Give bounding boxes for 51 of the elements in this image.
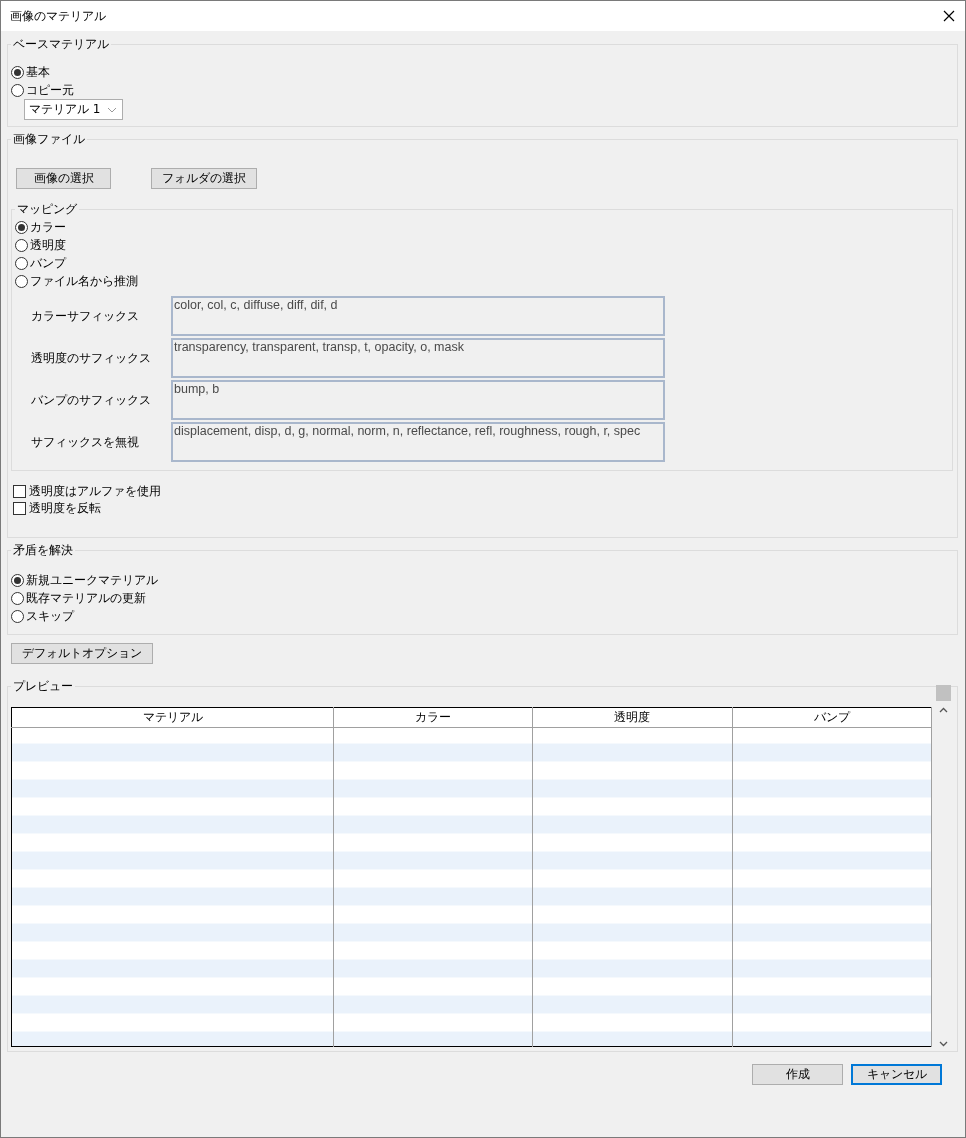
scroll-up-icon[interactable] xyxy=(938,707,948,713)
radio-label[interactable]: 基本 xyxy=(26,63,50,81)
checkbox-label[interactable]: 透明度はアルファを使用 xyxy=(29,483,161,500)
field-label: サフィックスを無視 xyxy=(31,433,140,451)
field-label: 透明度のサフィックス xyxy=(31,349,152,367)
column-header[interactable]: カラー xyxy=(333,707,533,728)
radio-label[interactable]: ファイル名から推測 xyxy=(30,272,138,290)
select-button[interactable]: フォルダの選択 xyxy=(151,168,257,189)
radio-label[interactable]: 既存マテリアルの更新 xyxy=(26,589,146,607)
column-header[interactable]: バンプ xyxy=(732,707,932,728)
radio-button[interactable] xyxy=(15,274,28,288)
checkbox-label[interactable]: 透明度を反転 xyxy=(29,500,101,517)
radio-button[interactable] xyxy=(15,238,28,252)
dialog-button[interactable]: キャンセル xyxy=(851,1064,942,1085)
default-options-button[interactable]: デフォルトオプション xyxy=(11,643,153,664)
suffix-field[interactable]: color, col, c, diffuse, diff, dif, d xyxy=(171,296,665,336)
radio-label[interactable]: コピー元 xyxy=(26,81,74,99)
radio-button[interactable] xyxy=(15,256,28,270)
radio-button[interactable] xyxy=(11,573,24,587)
dialog-button[interactable]: 作成 xyxy=(752,1064,843,1085)
suffix-field[interactable]: displacement, disp, d, g, normal, norm, n, reflectance, refl, roughness, rough, r, spec xyxy=(171,422,665,462)
group-title: マッピング xyxy=(16,201,78,218)
checkbox[interactable] xyxy=(13,502,26,515)
group-title: ベースマテリアル xyxy=(12,36,110,53)
material-dropdown[interactable]: マテリアル 1 xyxy=(24,99,123,120)
group-title: 矛盾を解決 xyxy=(12,542,74,559)
radio-button[interactable] xyxy=(15,220,28,234)
group-title: プレビュー xyxy=(12,678,74,695)
radio-label[interactable]: 透明度 xyxy=(30,236,66,254)
suffix-field[interactable]: transparency, transparent, transp, t, opacity, o, mask xyxy=(171,338,665,378)
radio-label[interactable]: 新規ユニークマテリアル xyxy=(26,571,158,589)
radio-button[interactable] xyxy=(11,65,24,79)
window-title: 画像のマテリアル xyxy=(10,7,106,25)
field-label: バンプのサフィックス xyxy=(31,391,152,409)
group-title: 画像ファイル xyxy=(12,131,86,148)
radio-button[interactable] xyxy=(11,609,24,623)
checkbox[interactable] xyxy=(13,485,26,498)
suffix-field[interactable]: bump, b xyxy=(171,380,665,420)
scroll-down-icon[interactable] xyxy=(938,1041,948,1047)
caret-icon[interactable] xyxy=(107,106,117,113)
radio-button[interactable] xyxy=(11,591,24,605)
select-button[interactable]: 画像の選択 xyxy=(16,168,111,189)
close-icon[interactable] xyxy=(943,10,955,22)
column-header[interactable]: 透明度 xyxy=(532,707,733,728)
field-label: カラーサフィックス xyxy=(31,307,140,325)
column-header[interactable]: マテリアル xyxy=(11,707,334,728)
radio-button[interactable] xyxy=(11,83,24,97)
radio-label[interactable]: スキップ xyxy=(26,607,74,625)
scrollbar-thumb[interactable] xyxy=(935,685,951,701)
radio-label[interactable]: バンプ xyxy=(30,254,66,272)
radio-label[interactable]: カラー xyxy=(30,218,66,236)
